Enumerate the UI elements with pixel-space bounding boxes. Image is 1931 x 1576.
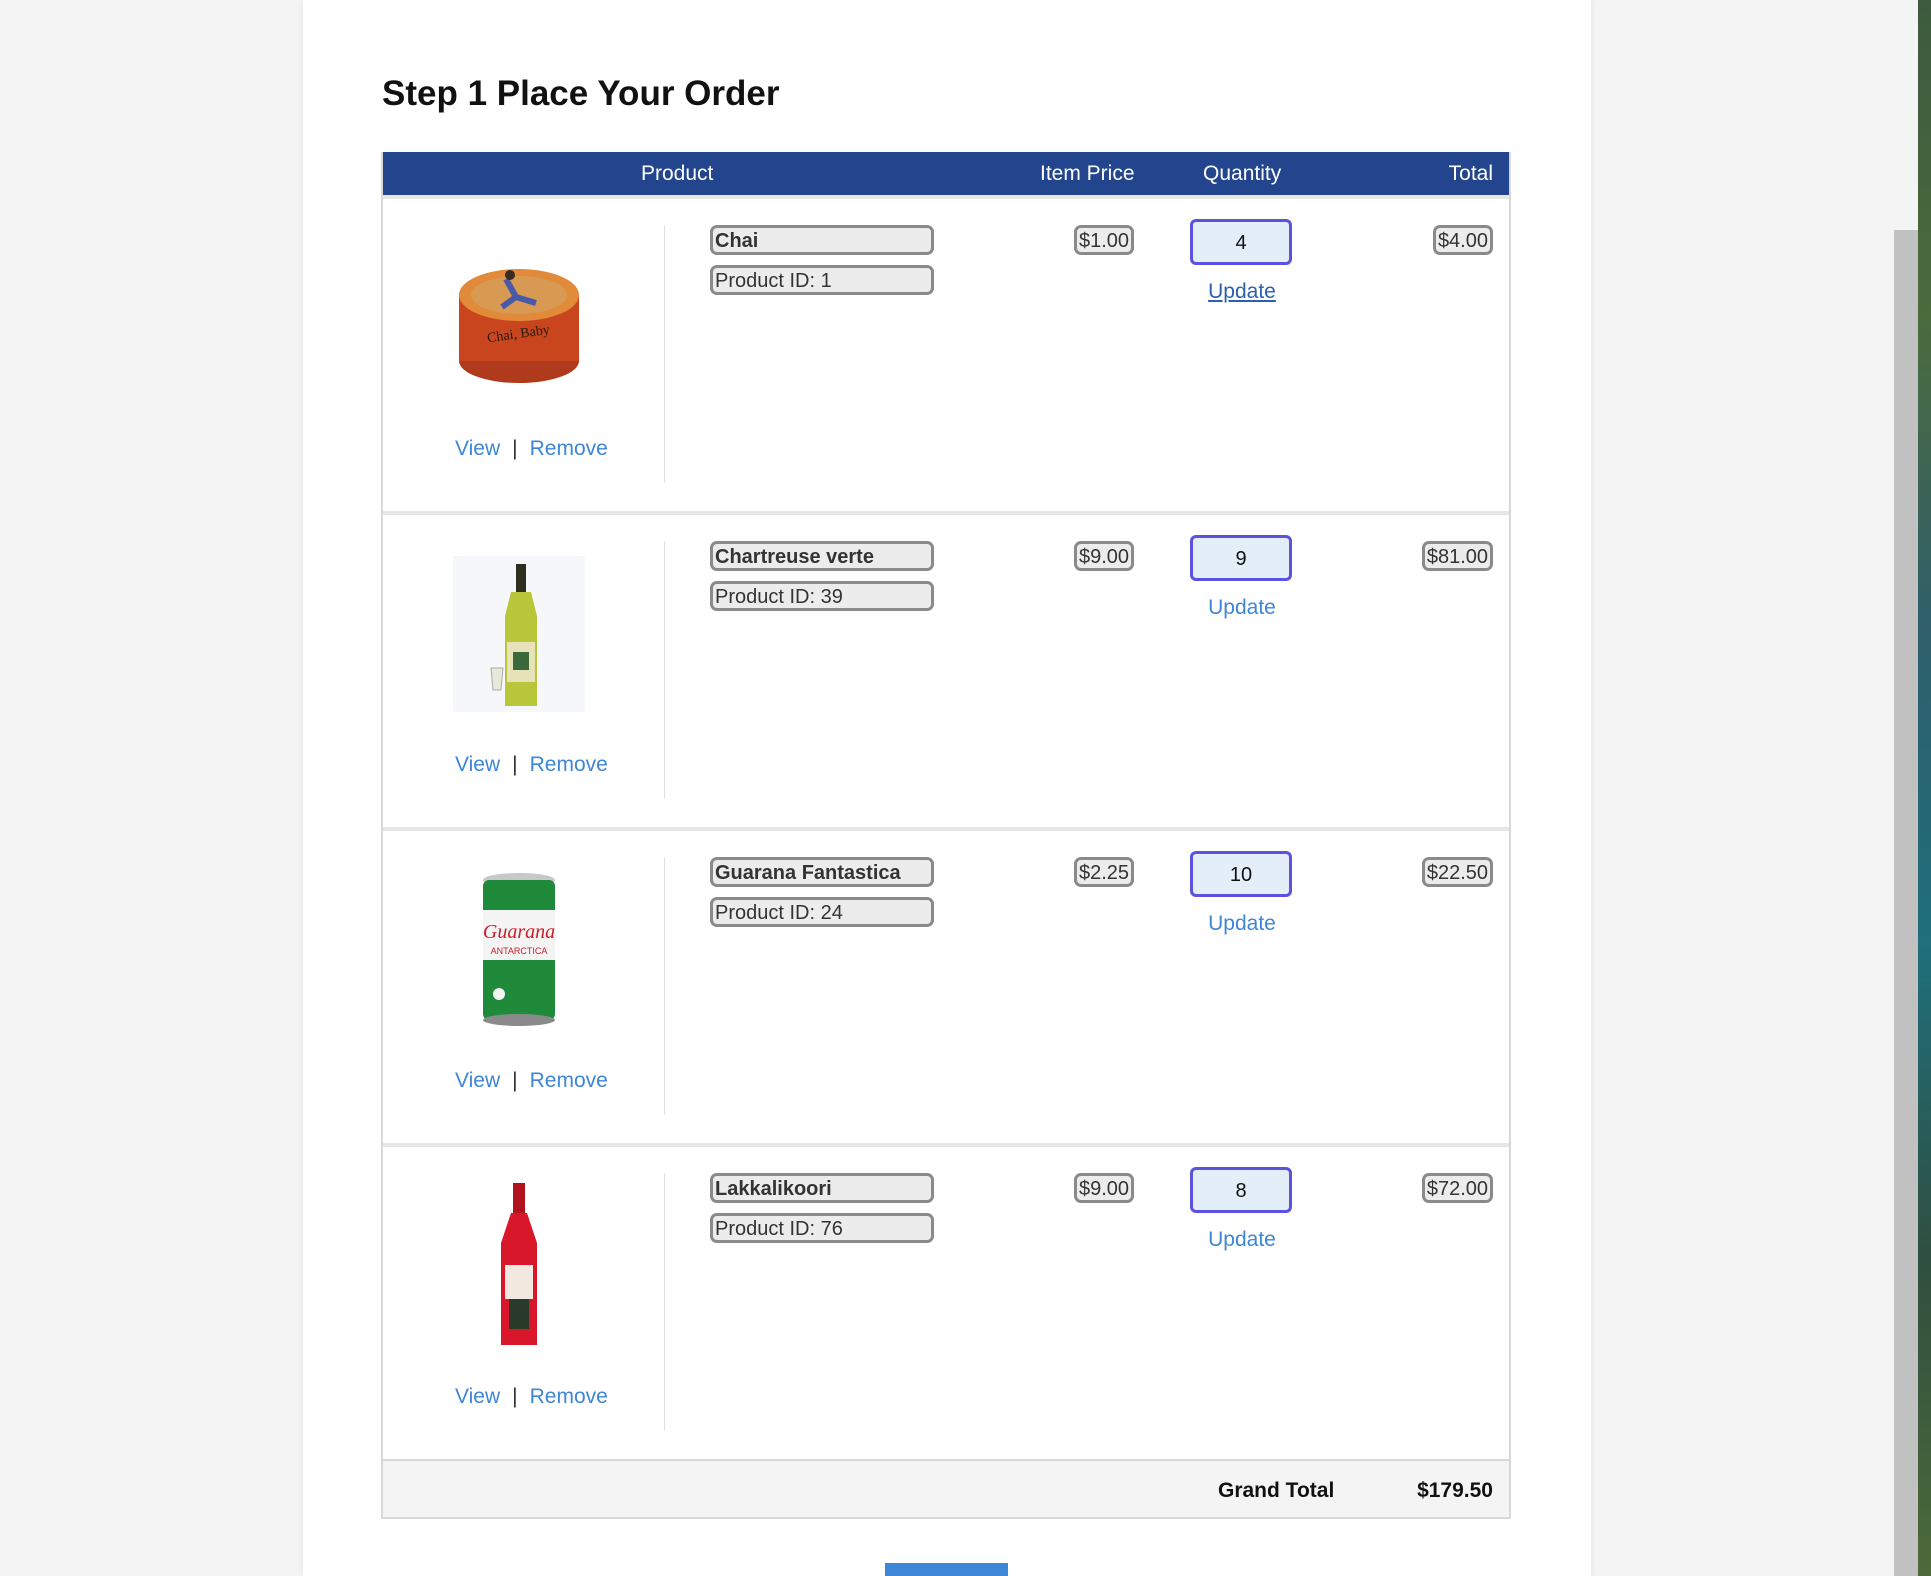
grand-total-value: $179.50 [1417, 1479, 1493, 1502]
row-links: View | Remove [455, 753, 608, 777]
product-id-field: Product ID: 39 [710, 581, 934, 611]
row-links: View | Remove [455, 1385, 608, 1409]
line-total: $72.00 [1421, 1173, 1493, 1203]
view-link[interactable]: View [455, 1069, 500, 1092]
quantity-input[interactable]: 9 [1190, 535, 1292, 581]
red-liqueur-bottle-icon[interactable] [439, 1181, 599, 1351]
header-quantity: Quantity [1203, 162, 1282, 185]
grand-total-row: Grand Total $179.50 [383, 1459, 1509, 1517]
link-separator: | [512, 1385, 518, 1408]
row-links: View | Remove [455, 437, 608, 461]
product-name-field: Chai [710, 225, 934, 255]
update-link[interactable]: Update [1207, 1228, 1277, 1252]
product-id-field: Product ID: 24 [710, 897, 934, 927]
view-link[interactable]: View [455, 437, 500, 460]
header-total: Total [1448, 162, 1493, 185]
item-price: $2.25 [1074, 857, 1135, 887]
remove-link[interactable]: Remove [530, 753, 608, 776]
svg-text:ANTARCTICA: ANTARCTICA [491, 946, 548, 956]
header-item-price: Item Price [1040, 162, 1135, 185]
quantity-input[interactable]: 8 [1190, 1167, 1292, 1213]
line-total: $4.00 [1432, 225, 1493, 255]
view-link[interactable]: View [455, 753, 500, 776]
svg-text:Guarana: Guarana [483, 921, 555, 943]
order-table: Product Item Price Quantity Total Chai, … [381, 152, 1511, 1519]
product-id-field: Product ID: 1 [710, 265, 934, 295]
row-links: View | Remove [455, 1069, 608, 1093]
item-price: $1.00 [1074, 225, 1135, 255]
background-photo-strip [1918, 0, 1931, 1576]
remove-link[interactable]: Remove [530, 1069, 608, 1092]
quantity-input[interactable]: 10 [1190, 851, 1292, 897]
item-price: $9.00 [1074, 1173, 1135, 1203]
header-product: Product [641, 162, 714, 185]
update-link[interactable]: Update [1207, 912, 1277, 936]
scrollbar-thumb[interactable] [1894, 230, 1918, 1576]
page-title: Step 1 Place Your Order [382, 74, 780, 113]
product-thumb-cell: Guarana ANTARCTICA View | Remove [383, 857, 665, 1115]
product-name-field: Guarana Fantastica [710, 857, 934, 887]
table-row: View | Remove Lakkalikoori Product ID: 76 … [383, 1143, 1509, 1459]
item-price: $9.00 [1074, 541, 1135, 571]
remove-link[interactable]: Remove [530, 1385, 608, 1408]
green-liqueur-bottle-icon[interactable] [439, 549, 599, 719]
product-thumb-cell: Chai, Baby View | Remove [383, 225, 665, 483]
chai-tin-icon[interactable]: Chai, Baby [439, 233, 599, 403]
product-thumb-cell: View | Remove [383, 1173, 665, 1431]
product-name-field: Lakkalikoori [710, 1173, 934, 1203]
quantity-input[interactable]: 4 [1190, 219, 1292, 265]
soda-can-icon[interactable]: Guarana ANTARCTICA [439, 865, 599, 1035]
table-header: Product Item Price Quantity Total [383, 152, 1509, 195]
product-id-field: Product ID: 76 [710, 1213, 934, 1243]
update-link[interactable]: Update [1207, 280, 1277, 304]
remove-link[interactable]: Remove [530, 437, 608, 460]
next-step-button[interactable] [885, 1563, 1008, 1576]
line-total: $81.00 [1421, 541, 1493, 571]
link-separator: | [512, 753, 518, 776]
table-row: View | Remove Chartreuse verte Product ID:… [383, 511, 1509, 827]
grand-total-label: Grand Total [1218, 1479, 1335, 1502]
update-link[interactable]: Update [1207, 596, 1277, 620]
table-row: Chai, Baby View | Remove Chai Product ID: … [383, 195, 1509, 511]
product-name-field: Chartreuse verte [710, 541, 934, 571]
link-separator: | [512, 437, 518, 460]
line-total: $22.50 [1421, 857, 1493, 887]
view-link[interactable]: View [455, 1385, 500, 1408]
link-separator: | [512, 1069, 518, 1092]
table-row: Guarana ANTARCTICA View | Remove Guarana F… [383, 827, 1509, 1143]
product-thumb-cell: View | Remove [383, 541, 665, 799]
